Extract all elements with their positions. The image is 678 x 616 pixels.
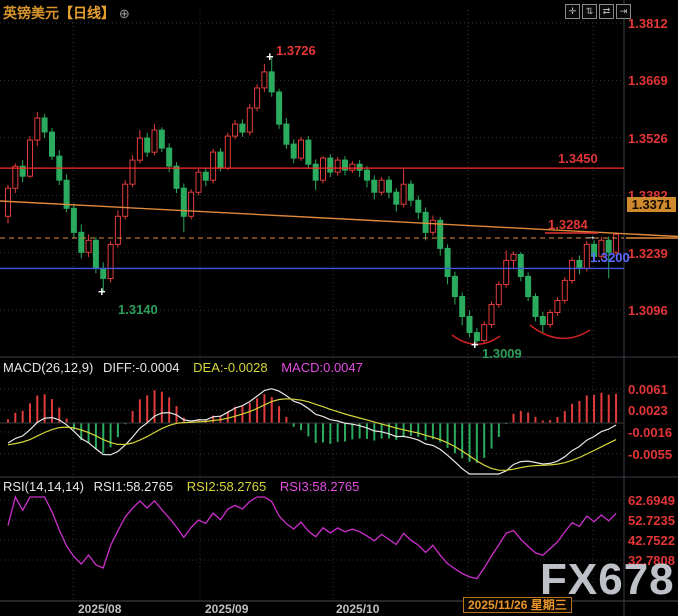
left-low-label: 1.3140 — [118, 303, 158, 316]
expand-icon[interactable]: ⊕ — [119, 6, 130, 21]
watermark: FX678 — [540, 558, 675, 602]
price-tick: 1.3526 — [628, 131, 668, 146]
resistance-label: 1.3450 — [558, 152, 598, 165]
trendline-label: 1.3284 — [548, 218, 588, 231]
rsi-tick: 62.6949 — [628, 493, 675, 508]
low-cross-marker: + — [98, 285, 106, 298]
macd-header: MACD(26,12,9) DIFF:-0.0004 DEA:-0.0028 M… — [3, 361, 363, 374]
crosshair-tool-icon[interactable]: ✛ — [565, 4, 580, 19]
symbol-title-bar: 英镑美元【日线】 ⊕ — [3, 6, 130, 20]
price-tick: 1.3812 — [628, 16, 668, 31]
breakout-arrow-marker: → — [584, 229, 597, 242]
rsi-header: RSI(14,14,14) RSI1:58.2765 RSI2:58.2765 … — [3, 480, 359, 493]
macd-diff-value: DIFF:-0.0004 — [103, 360, 180, 375]
price-tick: 1.3239 — [628, 246, 668, 261]
rsi3-value: RSI3:58.2765 — [280, 479, 360, 494]
bottom-cross-marker: + — [471, 338, 479, 351]
price-tick: 1.3669 — [628, 73, 668, 88]
time-label: 2025/10 — [336, 602, 379, 616]
rsi-name: RSI(14,14,14) — [3, 479, 84, 494]
current-price-box: 1.3371 — [627, 197, 676, 212]
swing-high-label: 1.3726 — [276, 44, 316, 57]
scale-y-axis-icon[interactable]: ⇅ — [582, 4, 597, 19]
scale-x-axis-icon[interactable]: ⇄ — [599, 4, 614, 19]
rsi-tick: 52.7235 — [628, 513, 675, 528]
macd-macd-value: MACD:0.0047 — [281, 360, 363, 375]
chart-canvas[interactable] — [0, 0, 678, 616]
rsi2-value: RSI2:58.2765 — [187, 479, 267, 494]
macd-tick: 0.0023 — [628, 403, 668, 418]
high-cross-marker: + — [266, 50, 274, 63]
symbol-name: 英镑美元 — [3, 5, 59, 21]
time-label: 2025/08 — [78, 602, 121, 616]
macd-name: MACD(26,12,9) — [3, 360, 93, 375]
chart-toolbar: ✛⇅⇄⇥ — [565, 4, 631, 19]
period-tag: 【日线】 — [59, 5, 115, 21]
macd-dea-value: DEA:-0.0028 — [193, 360, 267, 375]
macd-tick: 0.0061 — [628, 382, 668, 397]
time-label: 2025/09 — [205, 602, 248, 616]
macd-tick: -0.0016 — [628, 425, 672, 440]
chart-window: 英镑美元【日线】 ⊕ ✛⇅⇄⇥ 1.38121.36691.35261.3382… — [0, 0, 678, 616]
support-label: 1.3200 — [590, 251, 630, 264]
rsi1-value: RSI1:58.2765 — [94, 479, 174, 494]
bottom-low-label: 1.3009 — [482, 347, 522, 360]
macd-tick: -0.0055 — [628, 447, 672, 462]
rsi-tick: 42.7522 — [628, 533, 675, 548]
price-tick: 1.3096 — [628, 303, 668, 318]
